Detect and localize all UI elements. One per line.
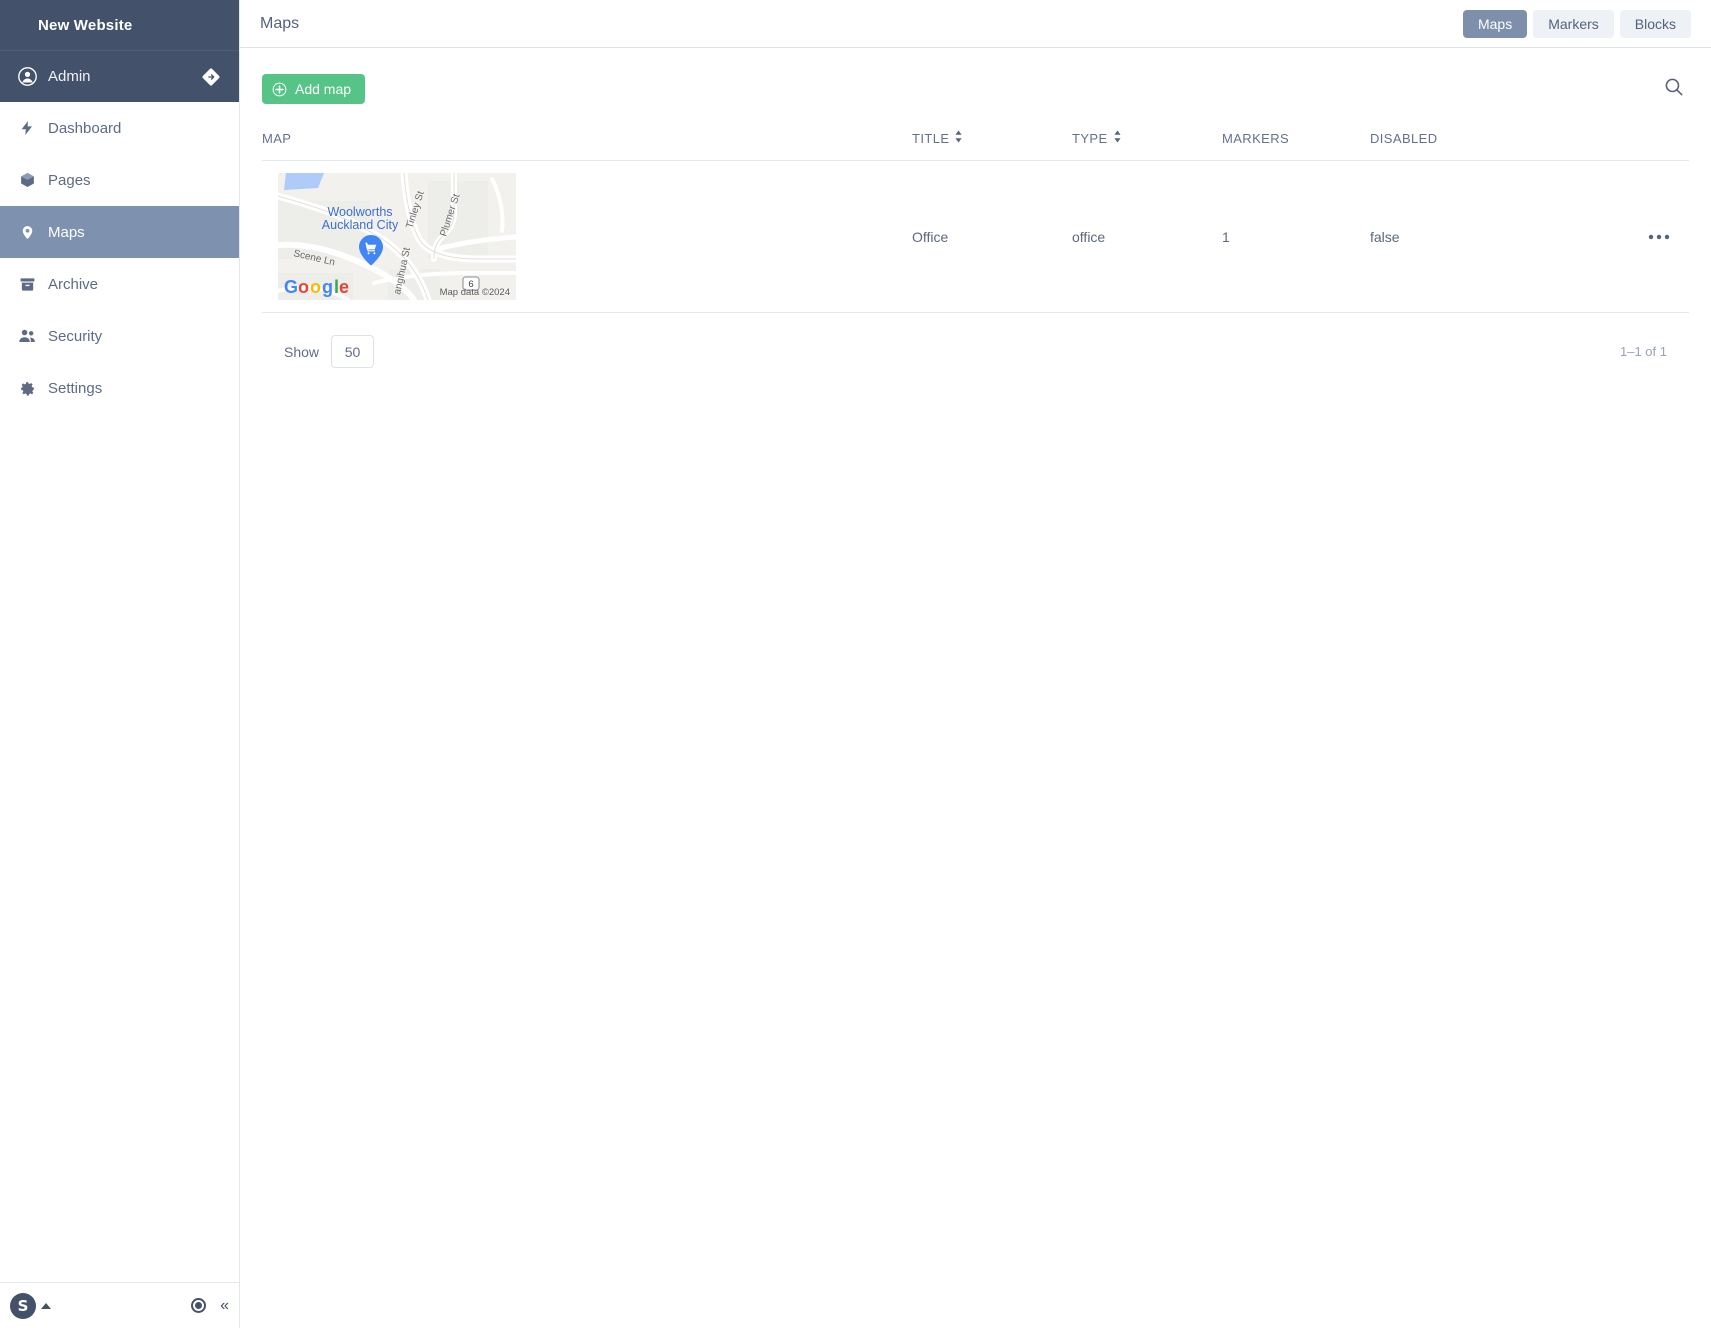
sidebar-item-label: Settings — [48, 379, 103, 397]
cell-type: office — [1072, 228, 1106, 245]
svg-text:e: e — [339, 277, 349, 297]
page-size-input[interactable]: 50 — [331, 335, 375, 368]
cube-icon — [10, 171, 44, 189]
map-thumbnail-cell[interactable]: Scene Ln Tinley St Plumer St angihua St … — [262, 173, 912, 300]
target-radio-icon[interactable] — [191, 1298, 207, 1313]
chevron-double-left-icon[interactable]: « — [220, 1297, 229, 1314]
sidebar-item-label: Archive — [48, 275, 99, 293]
sidebar-item-label: Maps — [48, 223, 85, 241]
svg-text:o: o — [298, 277, 309, 297]
sidebar-item-settings[interactable]: Settings — [0, 362, 239, 414]
plus-circle-icon — [272, 82, 287, 97]
column-header-type[interactable]: TYPE — [1072, 130, 1222, 146]
cell-markers: 1 — [1222, 228, 1230, 245]
archive-box-icon — [10, 276, 44, 293]
table-header-row: MAP TITLE TYPE MARKERS DISABLED — [262, 130, 1689, 161]
sidebar-item-dashboard[interactable]: Dashboard — [0, 102, 239, 154]
map-thumbnail[interactable]: Scene Ln Tinley St Plumer St angihua St … — [278, 173, 516, 300]
page-title: Maps — [260, 14, 300, 32]
gear-icon — [10, 380, 44, 397]
show-label: Show — [284, 343, 320, 360]
main-content: Maps Maps Markers Blocks Add map MAP TIT… — [240, 0, 1711, 1328]
column-header-disabled: DISABLED — [1370, 131, 1438, 146]
add-map-button[interactable]: Add map — [262, 74, 366, 104]
svg-text:Map data ©2024: Map data ©2024 — [440, 287, 510, 298]
sidebar-item-label: Security — [48, 327, 103, 345]
column-header-map: MAP — [262, 131, 292, 146]
view-tabs: Maps Markers Blocks — [1462, 9, 1691, 38]
sort-arrows-icon — [954, 130, 963, 146]
search-icon[interactable] — [1663, 76, 1685, 103]
cell-disabled: false — [1370, 228, 1400, 245]
column-header-type-label: TYPE — [1072, 130, 1108, 146]
action-toolbar: Add map — [240, 48, 1711, 104]
row-actions-button[interactable] — [1629, 234, 1689, 240]
svg-text:G: G — [284, 277, 298, 297]
column-header-title-label: TITLE — [912, 130, 950, 146]
sidebar: New Website Admin Dashboard Pages Maps A… — [0, 0, 240, 1328]
sidebar-item-pages[interactable]: Pages — [0, 154, 239, 206]
lightning-bolt-icon — [10, 119, 44, 137]
people-icon — [10, 328, 44, 344]
cell-title: Office — [912, 228, 949, 245]
svg-text:Auckland City: Auckland City — [322, 218, 399, 232]
caret-up-icon[interactable] — [41, 1302, 51, 1309]
sidebar-user-row[interactable]: Admin — [0, 50, 239, 102]
app-root: New Website Admin Dashboard Pages Maps A… — [0, 0, 1711, 1328]
sidebar-item-maps[interactable]: Maps — [0, 206, 239, 258]
brand-logo-badge[interactable]: S — [10, 1292, 36, 1319]
sidebar-item-security[interactable]: Security — [0, 310, 239, 362]
svg-text:g: g — [322, 277, 333, 297]
user-circle-icon — [10, 67, 44, 86]
sidebar-item-label: Pages — [48, 171, 91, 189]
add-map-label: Add map — [295, 81, 352, 97]
table-footer: Show 50 1–1 of 1 — [284, 335, 1667, 368]
table-row[interactable]: Scene Ln Tinley St Plumer St angihua St … — [262, 161, 1689, 313]
sidebar-item-label: Dashboard — [48, 119, 122, 137]
sidebar-nav: Dashboard Pages Maps Archive Security Se… — [0, 102, 239, 414]
svg-text:o: o — [310, 277, 321, 297]
map-pin-icon — [10, 223, 44, 242]
sort-arrows-icon — [1113, 130, 1122, 146]
column-header-markers: MARKERS — [1222, 131, 1290, 146]
sidebar-user-name: Admin — [48, 68, 91, 85]
sidebar-brand: New Website — [0, 0, 239, 50]
sidebar-footer: S « — [0, 1282, 239, 1328]
tab-markers[interactable]: Markers — [1533, 9, 1614, 38]
ellipsis-icon — [1648, 234, 1670, 240]
sidebar-footer-actions: « — [191, 1297, 229, 1314]
tab-maps[interactable]: Maps — [1462, 9, 1528, 38]
svg-text:Woolworths: Woolworths — [327, 205, 392, 219]
tab-blocks[interactable]: Blocks — [1619, 9, 1691, 38]
top-bar: Maps Maps Markers Blocks — [240, 0, 1711, 48]
maps-table: MAP TITLE TYPE MARKERS DISABLED Scene Ln… — [262, 130, 1689, 368]
pagination-status: 1–1 of 1 — [1620, 344, 1667, 359]
column-header-title[interactable]: TITLE — [912, 130, 1072, 146]
exit-diamond-icon[interactable] — [201, 67, 221, 87]
sidebar-item-archive[interactable]: Archive — [0, 258, 239, 310]
